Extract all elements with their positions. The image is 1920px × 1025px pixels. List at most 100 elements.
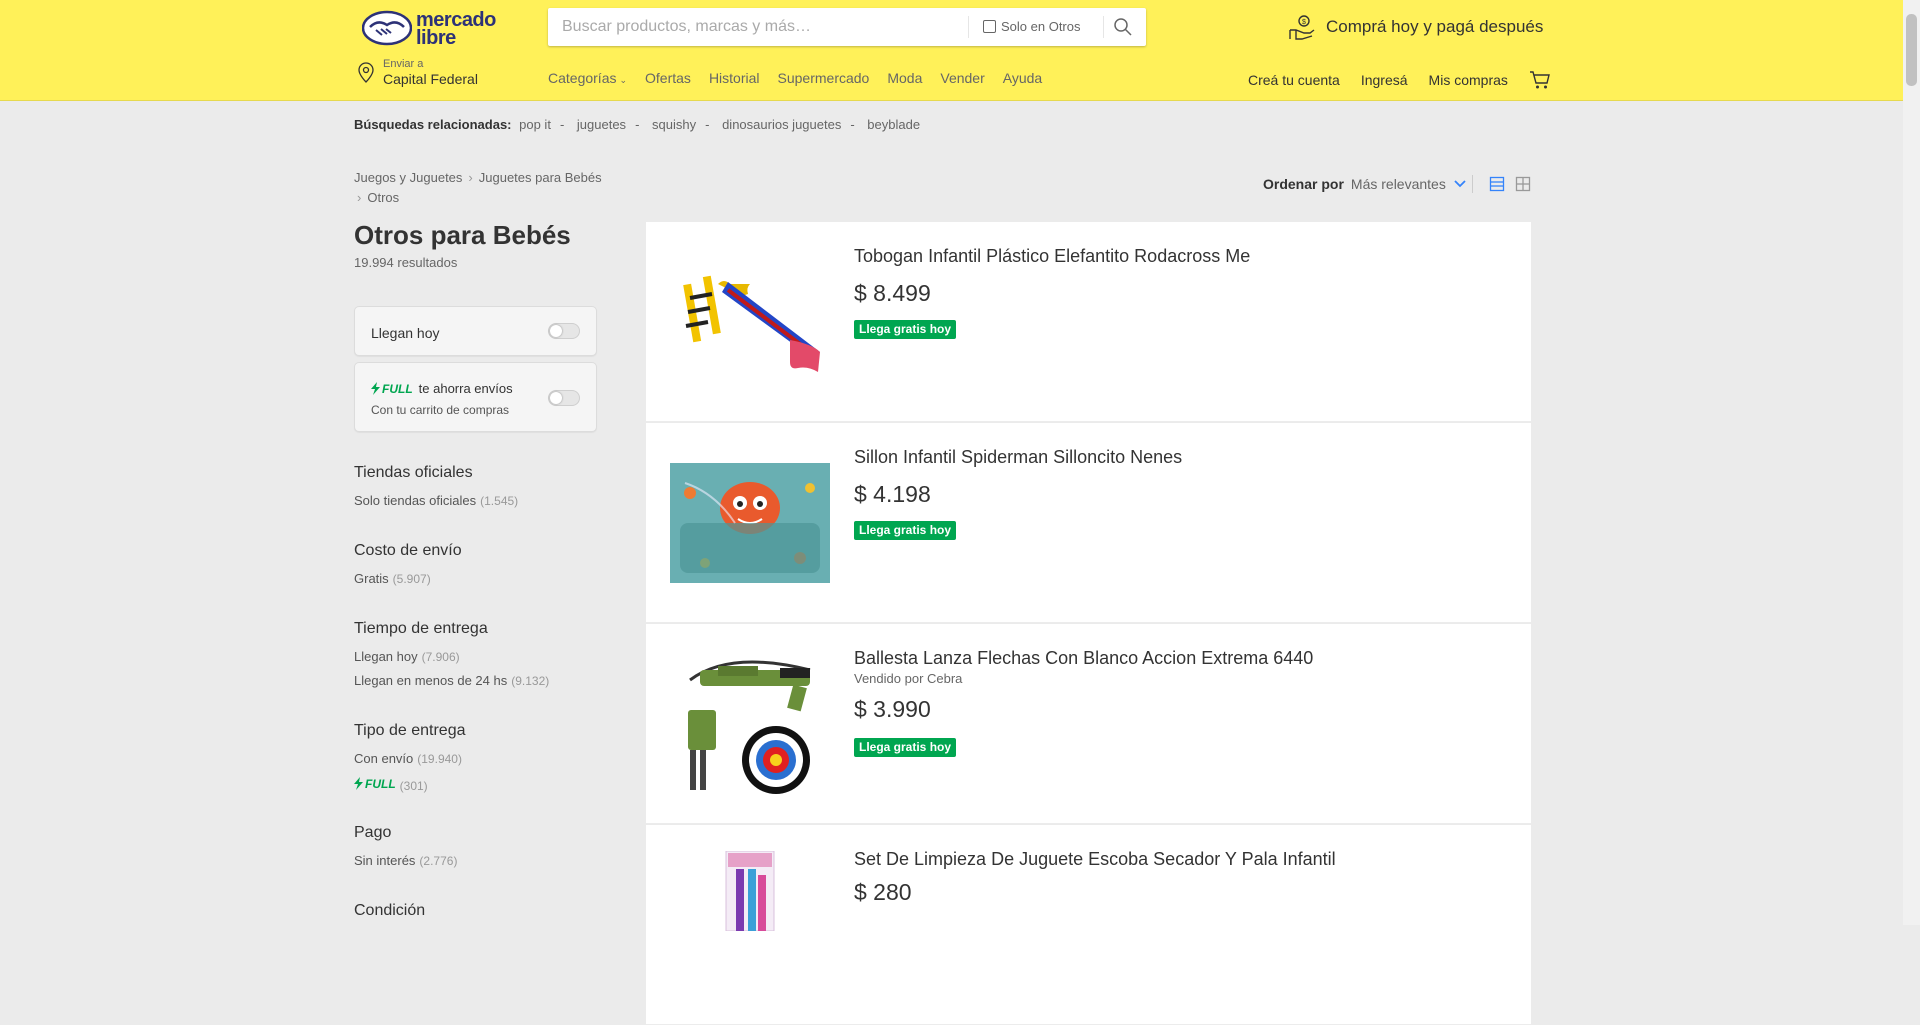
list-view-icon[interactable] xyxy=(1489,176,1505,192)
related-searches-label: Búsquedas relacionadas: xyxy=(354,117,512,132)
product-title[interactable]: Ballesta Lanza Flechas Con Blanco Accion… xyxy=(854,648,1313,669)
page-scrollbar[interactable] xyxy=(1903,0,1920,925)
filter-section-title: Tiempo de entrega xyxy=(354,620,488,637)
filter-option[interactable]: Gratis (5.907) xyxy=(354,572,614,586)
search-input[interactable]: Buscar productos, marcas y más… xyxy=(562,18,811,36)
my-purchases-link[interactable]: Mis compras xyxy=(1429,72,1508,88)
filter-option-label: Sin interés xyxy=(354,853,416,868)
product-image-armchair[interactable] xyxy=(670,463,830,583)
mercadolibre-logo[interactable]: mercado libre xyxy=(361,9,502,49)
main-nav: Categorías ⌄ Ofertas Historial Supermerca… xyxy=(548,70,1042,86)
free-shipping-badge: Llega gratis hoy xyxy=(854,521,957,540)
nav-item-supermercado[interactable]: Supermercado xyxy=(778,70,870,86)
chevron-down-icon xyxy=(1454,180,1466,188)
full-toggle[interactable] xyxy=(548,390,580,406)
header: mercado libre Buscar productos, marcas y… xyxy=(0,0,1920,101)
full-badge: FULL xyxy=(354,777,396,790)
nav-item-ofertas[interactable]: Ofertas xyxy=(645,70,691,86)
breadcrumb-item[interactable]: Juguetes para Bebés xyxy=(479,170,602,185)
full-badge-text: FULL xyxy=(382,381,413,396)
product-price: $ 8.499 xyxy=(854,280,931,306)
full-badge-text: FULL xyxy=(365,776,396,791)
nav-item-moda[interactable]: Moda xyxy=(887,70,922,86)
nav-item-vender[interactable]: Vender xyxy=(940,70,984,86)
scrollbar-thumb[interactable] xyxy=(1906,14,1917,86)
filter-option-label: Solo tiendas oficiales xyxy=(354,493,477,508)
llegan-hoy-toggle[interactable] xyxy=(548,323,580,339)
lightning-icon xyxy=(354,777,363,790)
filter-llegan-hoy[interactable]: Llegan hoy xyxy=(354,306,597,356)
related-search-link[interactable]: dinosaurios juguetes xyxy=(722,117,841,132)
filter-option[interactable]: Llegan en menos de 24 hs (9.132) xyxy=(354,674,614,688)
product-price: $ 4.198 xyxy=(854,481,931,507)
filter-section-title: Condición xyxy=(354,902,426,919)
filter-option[interactable]: Con envío (19.940) xyxy=(354,752,614,765)
full-filter-row: FULL te ahorra envíos xyxy=(371,381,513,396)
sort-label: Ordenar por xyxy=(1263,176,1344,192)
filter-option-count: (9.132) xyxy=(511,674,550,688)
ship-to-label: Enviar a xyxy=(383,58,424,70)
separator: - xyxy=(850,117,855,132)
filter-section-tiendas-oficiales: Tiendas oficiales Solo tiendas oficiales… xyxy=(354,464,614,507)
nav-label: Categorías xyxy=(548,70,617,86)
sort-value[interactable]: Más relevantes xyxy=(1351,176,1446,192)
product-title[interactable]: Set De Limpieza De Juguete Escoba Secado… xyxy=(854,849,1336,870)
search-bar[interactable]: Buscar productos, marcas y más… Solo en … xyxy=(548,8,1146,46)
filter-option-label: Llegan hoy xyxy=(354,649,418,664)
filter-option[interactable]: Sin interés (2.776) xyxy=(354,853,614,868)
grid-view-icon[interactable] xyxy=(1515,176,1531,192)
result-item[interactable]: Ballesta Lanza Flechas Con Blanco Accion… xyxy=(646,624,1531,824)
account-nav: Creá tu cuenta Ingresá Mis compras xyxy=(1248,70,1551,90)
breadcrumb-item[interactable]: Otros xyxy=(367,190,399,205)
free-shipping-badge: Llega gratis hoy xyxy=(854,738,957,757)
nav-item-ayuda[interactable]: Ayuda xyxy=(1003,70,1042,86)
filter-section-title: Pago xyxy=(354,824,392,841)
filter-option-count: (301) xyxy=(399,779,428,793)
create-account-link[interactable]: Creá tu cuenta xyxy=(1248,72,1340,88)
login-link[interactable]: Ingresá xyxy=(1361,72,1408,88)
result-item[interactable]: Tobogan Infantil Plástico Elefantito Rod… xyxy=(646,222,1531,422)
filter-option-full[interactable]: FULL (301) xyxy=(354,777,614,792)
product-title[interactable]: Sillon Infantil Spiderman Silloncito Nen… xyxy=(854,447,1182,468)
chevron-down-icon: ⌄ xyxy=(619,75,628,85)
product-title[interactable]: Tobogan Infantil Plástico Elefantito Rod… xyxy=(854,246,1250,267)
sort-dropdown[interactable]: Ordenar por Más relevantes xyxy=(1263,176,1466,192)
location-pin-icon xyxy=(358,62,374,83)
related-search-link[interactable]: beyblade xyxy=(867,117,920,132)
lightning-icon xyxy=(371,382,380,395)
filter-option[interactable]: Solo tiendas oficiales (1.545) xyxy=(354,493,614,508)
breadcrumb-item[interactable]: Juegos y Juguetes xyxy=(354,170,462,185)
ship-to-city: Capital Federal xyxy=(383,71,478,87)
related-search-link[interactable]: juguetes xyxy=(577,117,626,132)
buy-now-pay-later-promo[interactable]: $ Comprá hoy y pagá después xyxy=(1288,14,1543,40)
result-item[interactable]: Sillon Infantil Spiderman Silloncito Nen… xyxy=(646,423,1531,623)
solo-en-otros-checkbox[interactable]: Solo en Otros xyxy=(983,19,1081,34)
filter-full[interactable]: FULL te ahorra envíos Con tu carrito de … xyxy=(354,362,597,432)
nav-item-categorias[interactable]: Categorías ⌄ xyxy=(548,70,627,86)
chevron-right-icon: › xyxy=(468,170,473,185)
full-subtext: Con tu carrito de compras xyxy=(371,403,510,417)
logo-wordmark: mercado libre xyxy=(416,9,496,49)
separator: - xyxy=(559,117,565,132)
product-price: $ 3.990 xyxy=(854,696,931,722)
related-search-link[interactable]: squishy xyxy=(652,117,696,132)
product-image-crossbow[interactable] xyxy=(670,650,830,798)
nav-item-historial[interactable]: Historial xyxy=(709,70,760,86)
handshake-logo-icon xyxy=(361,10,413,46)
cart-icon[interactable] xyxy=(1529,70,1551,90)
filter-option-count: (5.907) xyxy=(392,572,431,586)
product-image-slide[interactable] xyxy=(670,262,830,382)
seller-name: Vendido por Cebra xyxy=(854,671,963,686)
result-item[interactable]: Set De Limpieza De Juguete Escoba Secado… xyxy=(646,825,1531,1025)
related-search-link[interactable]: pop it xyxy=(519,117,551,132)
related-searches: Búsquedas relacionadas: pop it - juguetes… xyxy=(354,117,920,132)
chevron-right-icon: › xyxy=(357,190,362,205)
product-image-cleaning-set[interactable] xyxy=(670,851,830,931)
filter-section-pago: Pago Sin interés (2.776) xyxy=(354,824,614,867)
filter-option[interactable]: Llegan hoy (7.906) xyxy=(354,649,614,664)
checkbox-box[interactable] xyxy=(983,20,996,33)
filter-section-title: Tiendas oficiales xyxy=(354,464,473,481)
filter-llegan-hoy-label: Llegan hoy xyxy=(371,325,440,341)
search-button[interactable] xyxy=(1113,17,1137,39)
filter-section-title: Tipo de entrega xyxy=(354,722,466,739)
